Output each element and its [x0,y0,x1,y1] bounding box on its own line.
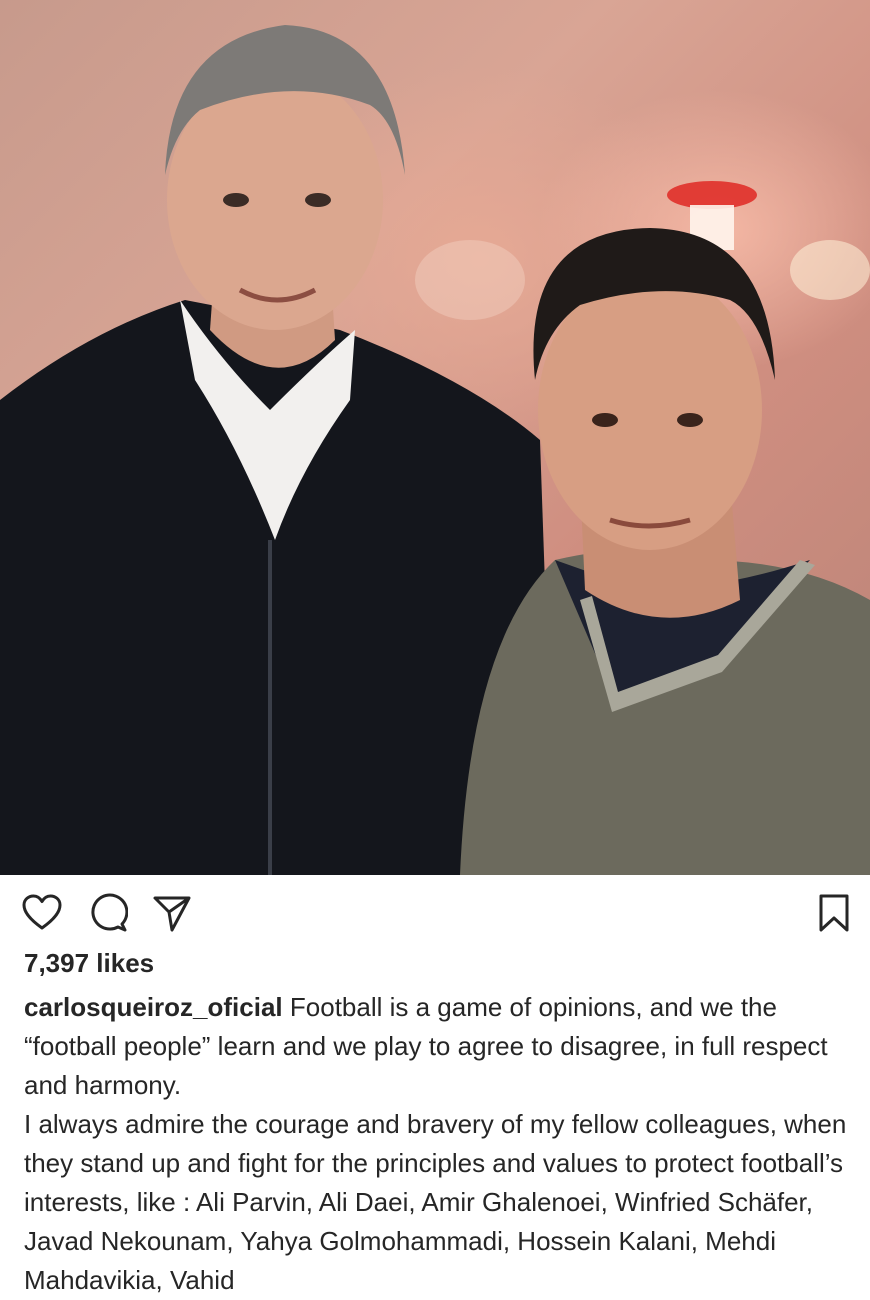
heart-icon[interactable] [20,891,64,935]
caption-paragraph-first: carlosqueiroz_oficial Football is a game… [24,988,854,1105]
post-actions-bar [0,875,870,947]
caption-username[interactable]: carlosqueiroz_oficial [24,992,283,1022]
caption-text-second: I always admire the courage and bravery … [24,1109,847,1295]
post-photo[interactable] [0,0,870,875]
comment-icon[interactable] [86,891,130,935]
post-caption: carlosqueiroz_oficial Football is a game… [24,988,854,1300]
bookmark-icon[interactable] [812,891,856,935]
photo-illustration [0,25,870,875]
send-icon[interactable] [150,891,194,935]
likes-count[interactable]: 7,397 likes [24,948,154,979]
